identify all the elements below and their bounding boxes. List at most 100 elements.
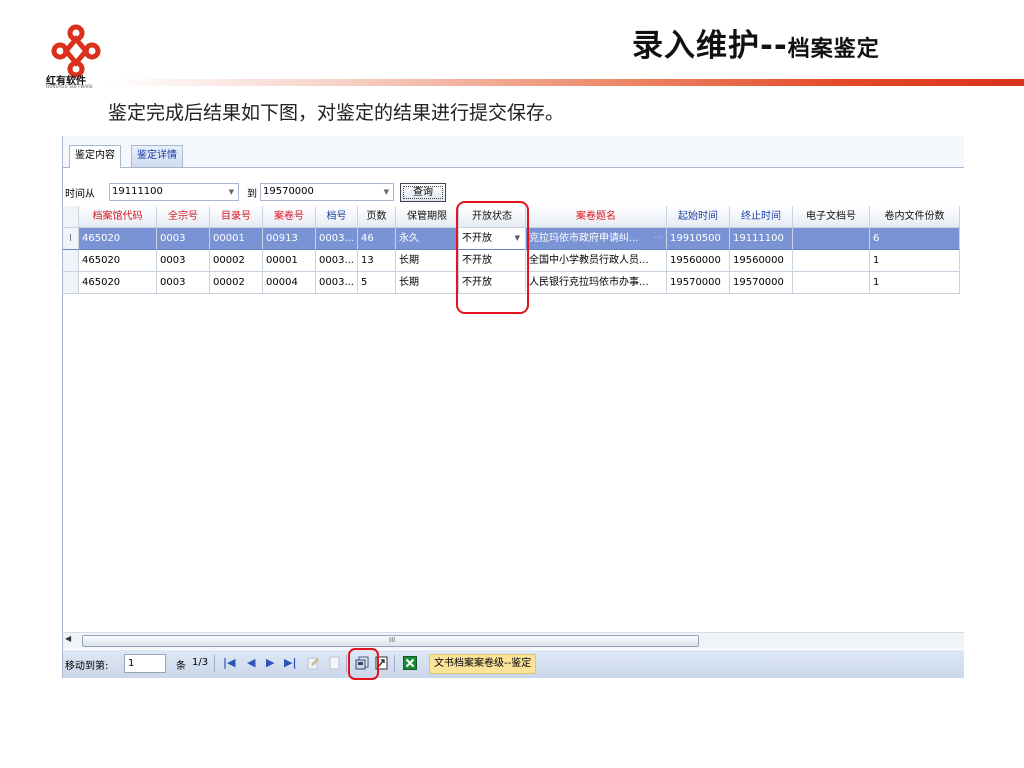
table-cell[interactable]: 00913 <box>263 228 316 250</box>
scrollbar-thumb[interactable]: III <box>82 635 699 647</box>
page-number-input[interactable]: 1 <box>124 654 166 673</box>
from-label: 时间从 <box>65 189 95 200</box>
filter-bar: 时间从 19111100 ▼ 到 19570000 ▼ 查询 <box>63 180 964 206</box>
table-cell[interactable]: 46 <box>358 228 396 250</box>
table-cell[interactable]: 永久 <box>396 228 459 250</box>
col-catalog-no[interactable]: 目录号 <box>210 206 263 228</box>
new-record-icon[interactable] <box>327 656 341 670</box>
next-page-icon[interactable]: ▶ <box>266 656 274 669</box>
col-retention[interactable]: 保管期限 <box>396 206 459 228</box>
excel-icon[interactable] <box>403 656 417 670</box>
table-cell[interactable] <box>793 250 870 272</box>
to-date-value: 19570000 <box>263 186 314 197</box>
query-button[interactable]: 查询 <box>400 183 446 202</box>
row-header <box>63 272 79 294</box>
col-file-title[interactable]: 案卷题名 <box>526 206 667 228</box>
tab-appraisal-content[interactable]: 鉴定内容 <box>69 145 121 168</box>
table-cell[interactable]: 1 <box>870 250 960 272</box>
ellipsis-button[interactable]: ··· <box>653 228 663 249</box>
table-cell[interactable]: 0003 <box>157 272 210 294</box>
table-cell[interactable]: 465020 <box>79 228 157 250</box>
chevron-down-icon[interactable]: ▼ <box>515 228 520 249</box>
pager-toolbar: 移动到第: 1 条 1/3 |◀ ◀ ▶ ▶| 文书档案案卷级--鉴定 <box>63 650 964 678</box>
row-marker: I <box>63 228 79 250</box>
col-archive-id[interactable]: 档号 <box>316 206 358 228</box>
col-pages[interactable]: 页数 <box>358 206 396 228</box>
table-cell[interactable]: 00004 <box>263 272 316 294</box>
table-cell[interactable]: 0003... <box>316 228 358 250</box>
grid-header-row: 档案馆代码 全宗号 目录号 案卷号 档号 页数 保管期限 开放状态 案卷题名 起… <box>63 206 964 228</box>
toolbar-separator <box>394 655 395 672</box>
table-row[interactable]: 465020 0003 00002 00001 0003... 13 长期 不开… <box>63 250 964 272</box>
col-start-time[interactable]: 起始时间 <box>667 206 730 228</box>
slide-title-main: 录入维护 <box>632 28 760 64</box>
table-cell[interactable]: 长期 <box>396 272 459 294</box>
logo-subtext: HONGYOU SOFTWARE <box>46 84 93 89</box>
table-cell[interactable]: 0003... <box>316 250 358 272</box>
last-page-icon[interactable]: ▶| <box>284 656 296 669</box>
module-label: 文书档案案卷级--鉴定 <box>429 654 537 674</box>
tab-strip: 鉴定内容 鉴定详情 <box>63 136 964 168</box>
table-cell[interactable]: 19560000 <box>667 250 730 272</box>
table-cell[interactable]: 0003 <box>157 228 210 250</box>
prev-page-icon[interactable]: ◀ <box>247 656 255 669</box>
table-cell[interactable] <box>793 228 870 250</box>
header-divider-bar <box>108 79 1024 86</box>
export-icon[interactable] <box>375 656 389 670</box>
to-date-combo[interactable]: 19570000 ▼ <box>260 183 394 201</box>
table-cell[interactable]: 人民银行克拉玛依市办事... <box>526 272 667 294</box>
slide-title: 录入维护--档案鉴定 <box>632 20 880 65</box>
open-status-dropdown[interactable]: 不开放 ▼ <box>459 228 526 250</box>
table-cell[interactable]: 19910500 <box>667 228 730 250</box>
table-cell[interactable]: 19570000 <box>730 272 793 294</box>
table-cell[interactable]: 465020 <box>79 250 157 272</box>
table-cell[interactable]: 长期 <box>396 250 459 272</box>
table-cell[interactable]: 19560000 <box>730 250 793 272</box>
table-cell[interactable]: 6 <box>870 228 960 250</box>
row-header-corner <box>63 206 79 228</box>
col-file-no[interactable]: 案卷号 <box>263 206 316 228</box>
file-title-text: 克拉玛依市政府申请纠... <box>529 233 639 244</box>
table-cell[interactable]: 0003 <box>157 250 210 272</box>
table-row-selected[interactable]: I 465020 0003 00001 00913 0003... 46 永久 … <box>63 228 964 250</box>
save-submit-icon[interactable] <box>355 656 369 670</box>
table-cell[interactable] <box>793 272 870 294</box>
scrollbar-grip-icon: III <box>389 636 396 644</box>
table-cell[interactable]: 13 <box>358 250 396 272</box>
edit-icon[interactable] <box>306 656 320 670</box>
table-cell[interactable]: 19570000 <box>667 272 730 294</box>
table-cell[interactable]: 不开放 <box>459 250 526 272</box>
scroll-left-arrow-icon[interactable]: ◀ <box>65 634 71 643</box>
page-position: 1/3 <box>192 657 209 668</box>
tab-appraisal-details[interactable]: 鉴定详情 <box>131 145 183 167</box>
toolbar-separator <box>214 655 215 672</box>
slide-title-separator: -- <box>760 28 788 64</box>
table-cell[interactable]: 全国中小学教员行政人员... <box>526 250 667 272</box>
table-cell[interactable]: 1 <box>870 272 960 294</box>
table-cell[interactable]: 00001 <box>210 228 263 250</box>
table-cell[interactable]: 00002 <box>210 250 263 272</box>
table-cell[interactable]: 465020 <box>79 272 157 294</box>
table-cell[interactable]: 克拉玛依市政府申请纠... ··· <box>526 228 667 250</box>
table-cell[interactable]: 19111100 <box>730 228 793 250</box>
col-fonds-no[interactable]: 全宗号 <box>157 206 210 228</box>
table-cell[interactable]: 0003... <box>316 272 358 294</box>
table-cell[interactable]: 00001 <box>263 250 316 272</box>
from-date-value: 19111100 <box>112 186 163 197</box>
table-cell[interactable]: 5 <box>358 272 396 294</box>
table-cell[interactable]: 不开放 <box>459 272 526 294</box>
from-date-combo[interactable]: 19111100 ▼ <box>109 183 239 201</box>
chevron-down-icon[interactable]: ▼ <box>229 184 234 200</box>
col-e-doc-no[interactable]: 电子文档号 <box>793 206 870 228</box>
row-header <box>63 250 79 272</box>
table-row[interactable]: 465020 0003 00002 00004 0003... 5 长期 不开放… <box>63 272 964 294</box>
table-cell[interactable]: 00002 <box>210 272 263 294</box>
col-item-count[interactable]: 卷内文件份数 <box>870 206 960 228</box>
first-page-icon[interactable]: |◀ <box>223 656 235 669</box>
col-end-time[interactable]: 终止时间 <box>730 206 793 228</box>
col-open-status[interactable]: 开放状态 <box>459 206 526 228</box>
open-status-value: 不开放 <box>462 233 492 244</box>
chevron-down-icon[interactable]: ▼ <box>384 184 389 200</box>
col-archive-code[interactable]: 档案馆代码 <box>79 206 157 228</box>
horizontal-scrollbar[interactable]: ◀ III <box>63 632 964 649</box>
